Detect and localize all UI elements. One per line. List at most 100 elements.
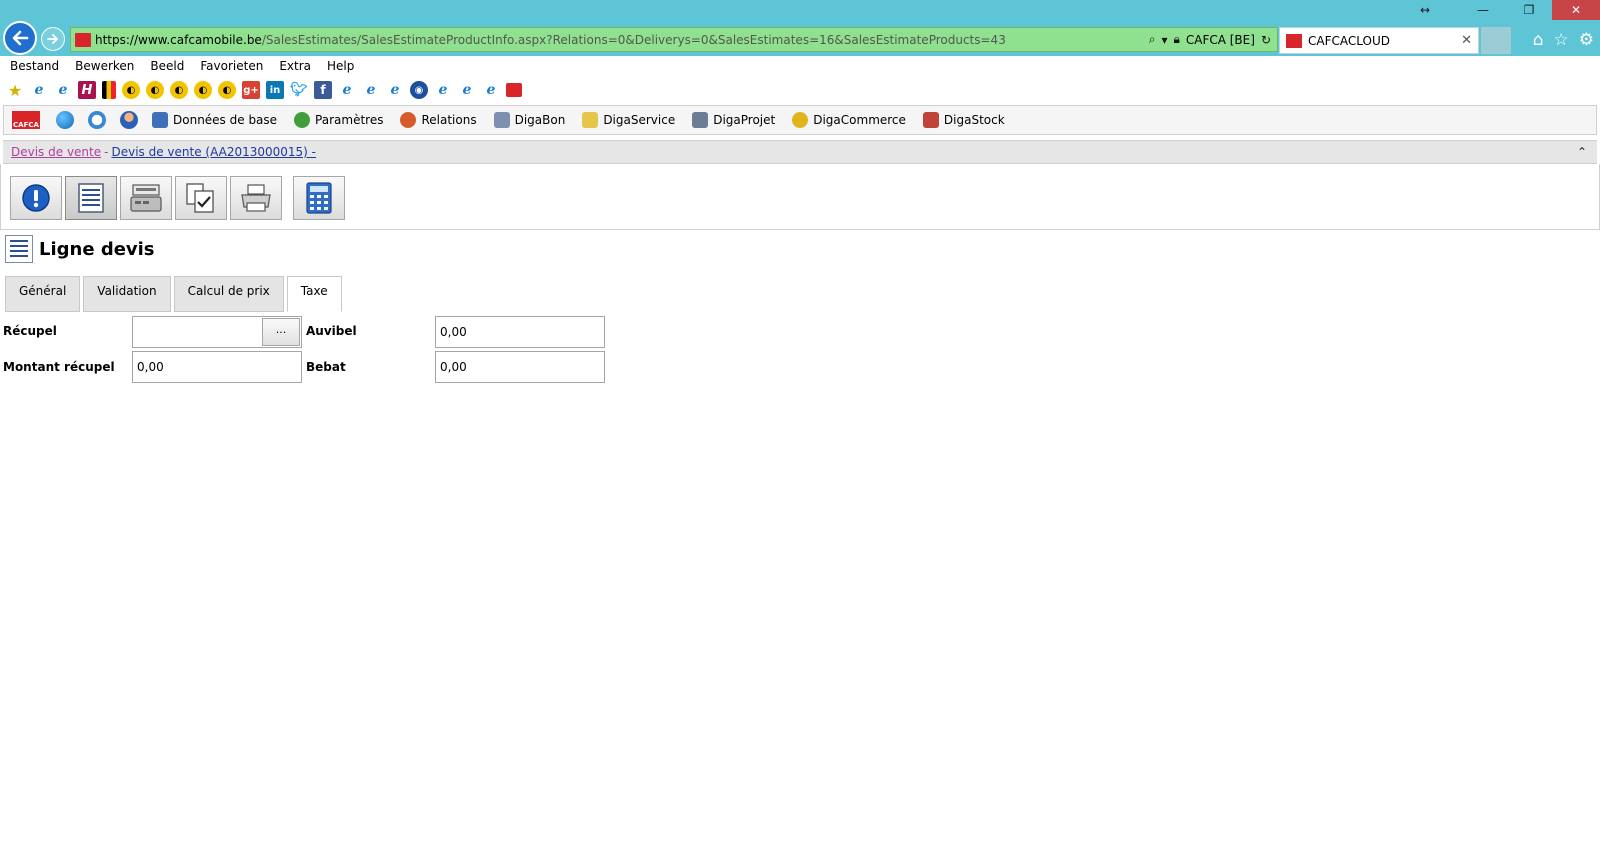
cafca-logo-icon[interactable]: CAFCA bbox=[12, 111, 40, 129]
project-icon bbox=[692, 112, 709, 128]
form-tabs: Général Validation Calcul de prix Taxe bbox=[5, 276, 342, 312]
browser-tab[interactable]: CAFCACLOUD ✕ bbox=[1279, 27, 1479, 54]
menu-relations[interactable]: Relations bbox=[400, 112, 477, 128]
h-site-icon[interactable]: H bbox=[78, 81, 96, 99]
action-toolbar bbox=[0, 164, 1600, 230]
menu-help[interactable]: Help bbox=[327, 59, 354, 73]
resize-arrows-icon[interactable]: ↔ bbox=[1410, 0, 1440, 20]
back-arrow-icon bbox=[12, 30, 29, 46]
menu-digastock[interactable]: DigaStock bbox=[922, 112, 1005, 128]
restore-button[interactable]: ❐ bbox=[1506, 0, 1552, 20]
globe-icon[interactable]: ◉ bbox=[410, 81, 428, 99]
address-bar[interactable]: https://www.cafcamobile.be/SalesEstimate… bbox=[70, 27, 1278, 52]
ie-link-icon[interactable]: e bbox=[482, 81, 500, 99]
ie-link-icon[interactable]: e bbox=[458, 81, 476, 99]
taxi-icon[interactable]: ◐ bbox=[218, 81, 236, 99]
search-icon[interactable]: ⌕ bbox=[1149, 32, 1156, 47]
validate-document-button[interactable] bbox=[175, 176, 227, 220]
close-window-button[interactable]: ✕ bbox=[1552, 0, 1600, 20]
menu-digabon[interactable]: DigaBon bbox=[493, 112, 565, 128]
taxi-icon[interactable]: ◐ bbox=[146, 81, 164, 99]
favorites-bar: ★ e e H ◐ ◐ ◐ ◐ ◐ g+ in 🐦︎ f e e e ◉ e e… bbox=[0, 78, 1600, 102]
taxi-icon[interactable]: ◐ bbox=[170, 81, 188, 99]
ie-link-icon[interactable]: e bbox=[30, 81, 48, 99]
menu-donnees-de-base[interactable]: Données de base bbox=[152, 112, 277, 128]
menu-digaservice[interactable]: DigaService bbox=[582, 112, 675, 128]
twitter-icon[interactable]: 🐦︎ bbox=[290, 81, 308, 99]
menu-bestand[interactable]: Bestand bbox=[10, 59, 59, 73]
service-icon bbox=[582, 112, 599, 128]
facebook-icon[interactable]: f bbox=[314, 81, 332, 99]
menu-bewerken[interactable]: Bewerken bbox=[75, 59, 134, 73]
globe-icon[interactable] bbox=[56, 111, 74, 129]
menu-parametres[interactable]: Paramètres bbox=[294, 112, 383, 128]
taxi-icon[interactable]: ◐ bbox=[122, 81, 140, 99]
tab-calcul-de-prix[interactable]: Calcul de prix bbox=[173, 276, 284, 312]
print-button[interactable] bbox=[230, 176, 282, 220]
ie-link-icon[interactable]: e bbox=[434, 81, 452, 99]
tab-general[interactable]: Général bbox=[5, 276, 81, 312]
forward-arrow-icon bbox=[47, 34, 58, 44]
info-icon bbox=[22, 184, 50, 212]
tab-validation[interactable]: Validation bbox=[83, 276, 171, 312]
bebat-value: 0,00 bbox=[440, 360, 467, 374]
ie-link-icon[interactable]: e bbox=[362, 81, 380, 99]
recupel-lookup-button[interactable]: ··· bbox=[262, 318, 300, 346]
montant-recupel-input[interactable]: 0,00 bbox=[132, 351, 302, 383]
collapse-icon[interactable]: ⌃ bbox=[1577, 145, 1587, 159]
detail-list-button[interactable] bbox=[65, 176, 117, 220]
new-tab-button[interactable] bbox=[1481, 27, 1511, 54]
database-icon bbox=[152, 112, 168, 128]
dropdown-icon[interactable]: ▾ bbox=[1161, 33, 1167, 47]
breadcrumb-devis-de-vente[interactable]: Devis de vente bbox=[11, 145, 101, 159]
montant-recupel-label: Montant récupel bbox=[3, 360, 115, 374]
bebat-label: Bebat bbox=[306, 360, 346, 374]
gear-icon[interactable]: ⚙ bbox=[1579, 30, 1594, 50]
menu-digacommerce[interactable]: DigaCommerce bbox=[792, 112, 906, 128]
calculator-icon bbox=[306, 182, 332, 214]
google-plus-icon[interactable]: g+ bbox=[242, 81, 260, 99]
linkedin-icon[interactable]: in bbox=[266, 81, 284, 99]
refresh-icon[interactable]: ↻ bbox=[1261, 33, 1271, 47]
tab-close-icon[interactable]: ✕ bbox=[1461, 33, 1472, 48]
user-icon[interactable] bbox=[120, 111, 138, 129]
menu-digaprojet[interactable]: DigaProjet bbox=[692, 112, 775, 128]
calculator-button[interactable] bbox=[293, 176, 345, 220]
certificate-label[interactable]: CAFCA [BE] bbox=[1186, 33, 1255, 47]
bebat-input[interactable]: 0,00 bbox=[435, 351, 605, 383]
breadcrumb: Devis de vente - Devis de vente (AA20130… bbox=[3, 140, 1597, 164]
taxi-icon[interactable]: ◐ bbox=[194, 81, 212, 99]
tab-taxe[interactable]: Taxe bbox=[286, 276, 342, 312]
document-icon bbox=[493, 112, 510, 128]
register-button[interactable] bbox=[120, 176, 172, 220]
favorites-add-icon[interactable]: ★ bbox=[6, 81, 24, 100]
browser-menubar: Bestand Bewerken Beeld Favorieten Extra … bbox=[0, 56, 1600, 76]
forward-button[interactable] bbox=[41, 27, 65, 51]
browser-titlebar: ↔ — ❐ ✕ https://www.cafcamobile.be/Sales… bbox=[0, 0, 1600, 56]
minimize-button[interactable]: — bbox=[1460, 0, 1506, 20]
ie-link-icon[interactable]: e bbox=[54, 81, 72, 99]
breadcrumb-current-devis[interactable]: Devis de vente (AA2013000015) - bbox=[111, 145, 316, 159]
menu-beeld[interactable]: Beeld bbox=[150, 59, 184, 73]
recupel-input[interactable]: ··· bbox=[132, 316, 302, 348]
auvibel-input[interactable]: 0,00 bbox=[435, 316, 605, 348]
browser-toolbar-icons: ⌂ ☆ ⚙ bbox=[1533, 30, 1594, 50]
window-controls: ↔ — ❐ ✕ bbox=[1410, 0, 1600, 20]
menu-extra[interactable]: Extra bbox=[279, 59, 311, 73]
page-header: Ligne devis bbox=[5, 235, 155, 263]
auvibel-value: 0,00 bbox=[440, 325, 467, 339]
home-icon[interactable]: ⌂ bbox=[1533, 30, 1544, 50]
menu-favorieten[interactable]: Favorieten bbox=[200, 59, 263, 73]
address-url[interactable]: https://www.cafcamobile.be/SalesEstimate… bbox=[95, 33, 1143, 47]
ie-link-icon[interactable]: e bbox=[386, 81, 404, 99]
cafca-logo-icon[interactable] bbox=[506, 83, 522, 97]
back-button[interactable] bbox=[3, 21, 37, 55]
lock-icon[interactable]: 🔒︎ bbox=[1173, 32, 1179, 47]
belgian-flag-icon[interactable] bbox=[102, 81, 116, 99]
info-button[interactable] bbox=[10, 176, 62, 220]
page-title: Ligne devis bbox=[39, 238, 155, 260]
tab-favicon-icon bbox=[1286, 33, 1302, 48]
sync-icon[interactable] bbox=[88, 111, 106, 129]
favorites-star-icon[interactable]: ☆ bbox=[1554, 30, 1569, 50]
ie-link-icon[interactable]: e bbox=[338, 81, 356, 99]
